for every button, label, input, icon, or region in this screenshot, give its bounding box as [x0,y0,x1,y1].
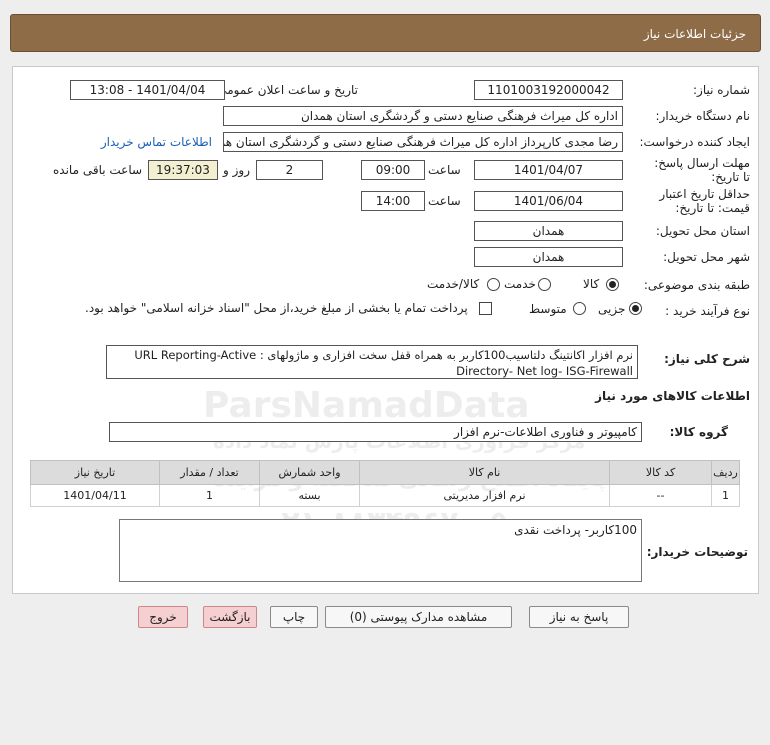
goods-table-header: ردیف کد کالا نام کالا واحد شمارش تعداد /… [30,460,740,485]
process-option-minor: جزیی [598,302,626,316]
cell-row: 1 [711,484,740,507]
process-label: نوع فرآیند خرید : [665,304,750,318]
buyer-org-label: نام دستگاه خریدار: [655,109,751,123]
category-label: طبقه بندی موضوعی: [643,278,750,292]
page-title: جزئیات اطلاعات نیاز [643,27,746,41]
validity-time-label: ساعت [428,194,461,208]
cell-qty: 1 [159,484,260,507]
remaining-time-field: 19:37:03 [148,160,218,180]
deadline-time-field: 09:00 [361,160,425,180]
goods-info-title: اطلاعات کالاهای مورد نیاز [595,389,750,403]
requester-field: رضا مجدی کارپرداز اداره کل میراث فرهنگی … [223,132,623,152]
table-row: 1 -- نرم افزار مدیریتی بسته 1 1401/04/11 [30,484,740,507]
summary-box: نرم افزار اکانتینگ دلتاسیب100کاربر به هم… [106,345,638,379]
attachments-button[interactable]: مشاهده مدارک پیوستی (0) [325,606,512,628]
summary-line-1: نرم افزار اکانتینگ دلتاسیب100کاربر به هم… [134,348,633,362]
summary-line-2: Directory- Net log- ISG-Firewall [456,364,633,378]
category-option-service: خدمت [504,277,536,291]
announce-label: تاریخ و ساعت اعلان عمومی: [213,83,358,97]
requester-label: ایجاد کننده درخواست: [639,135,750,149]
col-code: کد کالا [609,460,712,485]
reply-button[interactable]: پاسخ به نیاز [529,606,629,628]
deadline-label: مهلت ارسال پاسخ: تا تاریخ: [654,156,750,184]
col-qty: تعداد / مقدار [159,460,260,485]
details-panel: ParsNamadData مرکز فراوری اطلاعات پارس ن… [12,66,759,594]
city-field: همدان [474,247,623,267]
province-label: استان محل تحویل: [655,224,750,238]
province-field: همدان [474,221,623,241]
buyer-notes-text: 100کاربر- پرداخت نقدی [514,523,637,537]
col-row: ردیف [711,460,740,485]
days-field: 2 [256,160,323,180]
back-button[interactable]: بازگشت [203,606,257,628]
watermark-brand: ParsNamadData [203,385,530,426]
print-button[interactable]: چاپ [270,606,318,628]
treasury-checkbox[interactable] [479,302,492,315]
announce-field: 1401/04/04 - 13:08 [70,80,225,100]
days-label: روز و [223,163,250,177]
deadline-time-label: ساعت [428,163,461,177]
summary-label: شرح کلی نیاز: [664,352,750,366]
page-header: جزئیات اطلاعات نیاز [10,14,761,52]
buyer-contact-link[interactable]: اطلاعات تماس خریدار [101,135,212,149]
buyer-notes-label: توضیحات خریدار: [646,545,748,559]
category-option-goods: کالا [583,277,600,291]
goods-table: ردیف کد کالا نام کالا واحد شمارش تعداد /… [30,460,740,507]
col-name: نام کالا [359,460,610,485]
process-option-medium: متوسط [529,302,567,316]
deadline-date-field: 1401/04/07 [474,160,623,180]
category-radio-goods[interactable] [606,278,619,291]
exit-button[interactable]: خروج [138,606,188,628]
cell-name: نرم افزار مدیریتی [359,484,610,507]
category-radio-service[interactable] [538,278,551,291]
remaining-label: ساعت باقی مانده [53,163,143,177]
validity-label: حداقل تاریخ اعتبار قیمت: تا تاریخ: [659,187,750,215]
cell-unit: بسته [259,484,360,507]
process-radio-medium[interactable] [573,302,586,315]
col-unit: واحد شمارش [259,460,360,485]
cell-code: -- [609,484,712,507]
cell-date: 1401/04/11 [30,484,160,507]
validity-date-field: 1401/06/04 [474,191,623,211]
buyer-notes-box: 100کاربر- پرداخت نقدی [119,519,642,582]
validity-time-field: 14:00 [361,191,425,211]
goods-group-field: کامپیوتر و فناوری اطلاعات-نرم افزار [109,422,642,442]
category-radio-both[interactable] [487,278,500,291]
city-label: شهر محل تحویل: [663,250,750,264]
col-date: تاریخ نیاز [30,460,160,485]
treasury-checkbox-label: پرداخت تمام یا بخشی از مبلغ خرید،از محل … [85,301,468,315]
category-option-both: کالا/خدمت [427,277,480,291]
buyer-org-field: اداره کل میراث فرهنگی صنایع دستی و گردشگ… [223,106,623,126]
need-number-label: شماره نیاز: [693,83,750,97]
process-radio-minor[interactable] [629,302,642,315]
need-number-field: 1101003192000042 [474,80,623,100]
goods-group-label: گروه کالا: [669,425,728,439]
